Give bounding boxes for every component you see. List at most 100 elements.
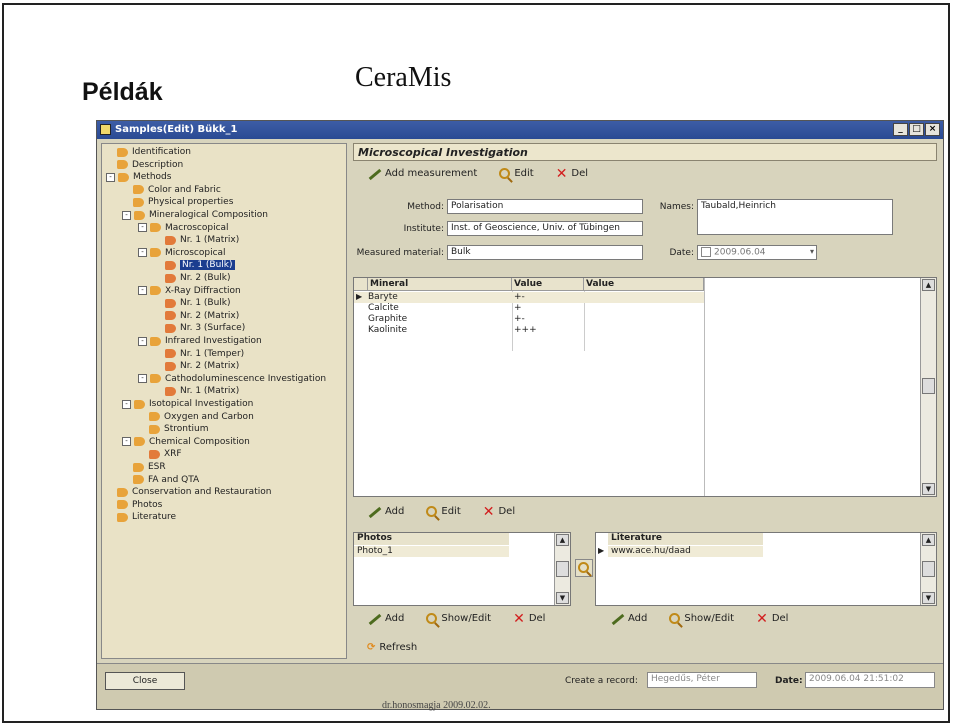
- scroll-down-arrow-icon[interactable]: ▼: [922, 592, 935, 604]
- photos-scrollbar[interactable]: ▲ ▼: [554, 533, 570, 605]
- collapse-toggle-icon[interactable]: -: [138, 248, 147, 258]
- tree-item[interactable]: Color and Fabric: [122, 184, 221, 196]
- tree-item[interactable]: Nr. 3 (Surface): [154, 322, 245, 334]
- tree-item[interactable]: Nr. 1 (Matrix): [154, 385, 239, 397]
- edit-row-button[interactable]: Edit: [426, 506, 461, 517]
- column-header-value-2[interactable]: Value: [584, 278, 704, 291]
- add-row-button[interactable]: Add: [367, 506, 404, 517]
- tree-item-label: Mineralogical Composition: [149, 210, 268, 220]
- tree-item[interactable]: FA and QTA: [122, 474, 199, 486]
- add-photo-button[interactable]: Add: [367, 613, 404, 624]
- add-literature-button[interactable]: Add: [610, 613, 647, 624]
- tree-item[interactable]: - Mineralogical Composition: [122, 209, 268, 221]
- tree-item[interactable]: - Microscopical: [138, 247, 226, 259]
- tree-item[interactable]: - Methods: [106, 171, 171, 183]
- tree-item[interactable]: - Macroscopical: [138, 222, 229, 234]
- close-window-button[interactable]: ×: [925, 123, 940, 136]
- table-scrollbar[interactable]: ▲ ▼: [920, 278, 936, 496]
- tree-item[interactable]: Description: [106, 159, 183, 171]
- institute-field[interactable]: Inst. of Geoscience, Univ. of Tübingen: [447, 221, 643, 236]
- scroll-down-arrow-icon[interactable]: ▼: [556, 592, 569, 604]
- date-field[interactable]: 2009.06.04 ▾: [697, 245, 817, 260]
- calendar-checkbox-icon[interactable]: [701, 247, 711, 257]
- tree-item[interactable]: Literature: [106, 511, 176, 523]
- delete-x-icon: ✕: [482, 503, 495, 520]
- tree-item[interactable]: Nr. 2 (Bulk): [154, 272, 231, 284]
- scroll-down-arrow-icon[interactable]: ▼: [922, 483, 935, 495]
- tree-item[interactable]: Nr. 1 (Bulk): [154, 297, 231, 309]
- list-item[interactable]: Photo_1: [354, 546, 509, 557]
- scroll-thumb[interactable]: [556, 561, 569, 577]
- scroll-up-arrow-icon[interactable]: ▲: [922, 279, 935, 291]
- tree-item-label: Nr. 1 (Matrix): [180, 235, 240, 246]
- folder-node-icon: [134, 437, 145, 447]
- show-edit-literature-button[interactable]: Show/Edit: [669, 613, 734, 624]
- list-item[interactable]: www.ace.hu/daad: [608, 546, 763, 557]
- table-row[interactable]: Kaolinite +++: [354, 325, 704, 336]
- table-row[interactable]: Graphite +-: [354, 314, 704, 325]
- scroll-thumb[interactable]: [922, 378, 935, 394]
- method-field[interactable]: Polarisation: [447, 199, 643, 214]
- window-title: Samples(Edit) Bükk_1: [115, 124, 238, 135]
- tree-item[interactable]: Physical properties: [122, 196, 233, 208]
- show-edit-photo-button[interactable]: Show/Edit: [426, 613, 491, 624]
- tree-item-label: Color and Fabric: [148, 184, 221, 195]
- literature-scrollbar[interactable]: ▲ ▼: [920, 533, 936, 605]
- tree-item[interactable]: Strontium: [138, 423, 208, 435]
- delete-literature-button[interactable]: ✕ Del: [756, 610, 788, 627]
- tree-item-label: ESR: [148, 462, 166, 472]
- table-row[interactable]: Calcite +: [354, 303, 704, 314]
- search-literature-button[interactable]: [575, 559, 593, 577]
- material-label: Measured material:: [356, 248, 444, 258]
- collapse-toggle-icon[interactable]: -: [122, 210, 131, 220]
- tree-item[interactable]: - Chemical Composition: [122, 436, 250, 448]
- tree-item[interactable]: Nr. 1 (Matrix): [154, 234, 239, 246]
- window-titlebar[interactable]: Samples(Edit) Bükk_1 _ □ ×: [97, 121, 943, 139]
- tree-item[interactable]: Identification: [106, 146, 191, 158]
- delete-row-button[interactable]: ✕ Del: [482, 503, 515, 520]
- tree-item[interactable]: Nr. 1 (Temper): [154, 348, 244, 360]
- delete-photo-button[interactable]: ✕ Del: [513, 612, 545, 626]
- material-field[interactable]: Bulk: [447, 245, 643, 260]
- tree-item[interactable]: Nr. 1 (Bulk): [154, 259, 235, 271]
- tree-item[interactable]: Nr. 2 (Matrix): [154, 310, 239, 322]
- names-field[interactable]: Taubald,Heinrich: [697, 199, 893, 235]
- refresh-button[interactable]: ⟳ Refresh: [367, 642, 417, 653]
- maximize-button[interactable]: □: [909, 123, 924, 136]
- column-header-mineral[interactable]: Mineral: [368, 278, 512, 291]
- scroll-up-arrow-icon[interactable]: ▲: [922, 534, 935, 546]
- minimize-button[interactable]: _: [893, 123, 908, 136]
- scroll-up-arrow-icon[interactable]: ▲: [556, 534, 569, 546]
- tree-item[interactable]: XRF: [138, 448, 182, 460]
- collapse-toggle-icon[interactable]: -: [122, 437, 131, 447]
- tree-item[interactable]: Nr. 2 (Matrix): [154, 360, 239, 372]
- delete-x-icon: ✕: [756, 610, 768, 627]
- collapse-toggle-icon[interactable]: -: [138, 286, 147, 296]
- close-button[interactable]: Close: [105, 672, 185, 690]
- tree-item-label: Nr. 2 (Matrix): [180, 310, 240, 321]
- edit-measurement-button[interactable]: Edit: [499, 168, 534, 179]
- table-row[interactable]: ▶ Baryte +-: [354, 292, 704, 303]
- date-dropdown-icon[interactable]: ▾: [810, 247, 814, 256]
- collapse-toggle-icon[interactable]: -: [106, 172, 115, 182]
- tree-item[interactable]: - Infrared Investigation: [138, 335, 262, 347]
- delete-measurement-button[interactable]: ✕ Del: [556, 167, 589, 181]
- tree-item[interactable]: Photos: [106, 499, 162, 511]
- tree-item[interactable]: - X-Ray Diffraction: [138, 285, 241, 297]
- slide-footer: dr.honosmagja 2009.02.02.: [382, 700, 491, 711]
- tree-item[interactable]: Oxygen and Carbon: [138, 411, 254, 423]
- collapse-toggle-icon[interactable]: -: [138, 336, 147, 346]
- collapse-toggle-icon[interactable]: -: [138, 374, 147, 384]
- collapse-toggle-icon[interactable]: -: [138, 223, 147, 233]
- leaf-node-icon: [165, 323, 176, 333]
- tree-item[interactable]: - Isotopical Investigation: [122, 398, 253, 410]
- collapse-toggle-icon[interactable]: -: [122, 399, 131, 409]
- tree-item[interactable]: - Cathodoluminescence Investigation: [138, 373, 326, 385]
- column-header-value[interactable]: Value: [512, 278, 584, 291]
- scroll-thumb[interactable]: [922, 561, 935, 577]
- tree-item[interactable]: Conservation and Restauration: [106, 486, 271, 498]
- add-measurement-button[interactable]: Add measurement: [367, 168, 477, 179]
- del-label: Del: [571, 168, 589, 179]
- tree-item[interactable]: ESR: [122, 461, 166, 473]
- tree-item-label: Isotopical Investigation: [149, 399, 254, 409]
